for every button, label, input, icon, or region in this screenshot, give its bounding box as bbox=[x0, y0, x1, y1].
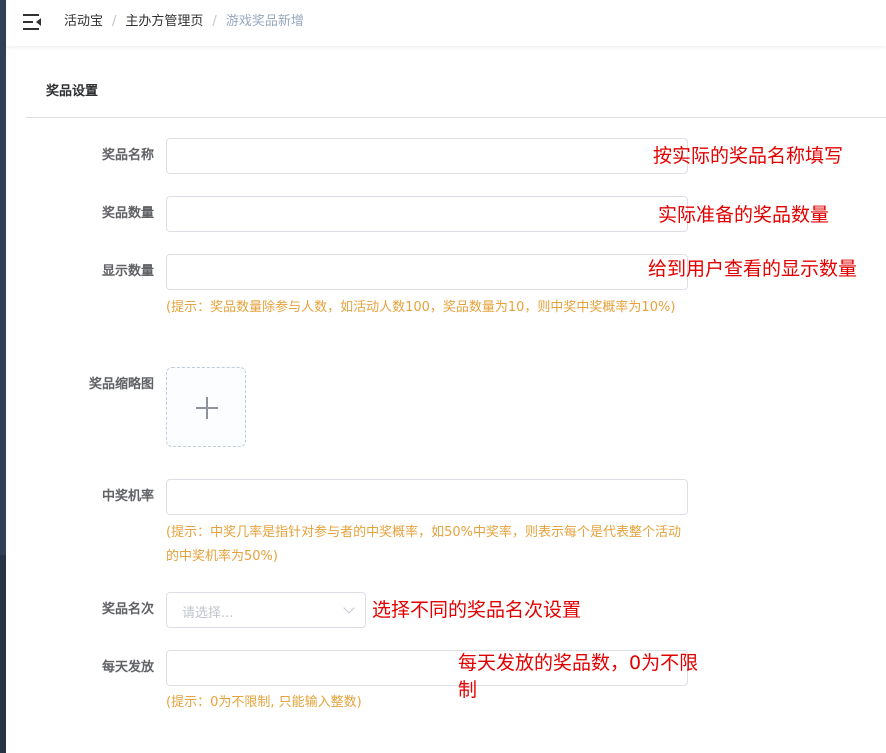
thumbnail-label: 奖品缩略图 bbox=[88, 377, 154, 392]
chevron-down-icon bbox=[343, 602, 355, 614]
annotation-display-count: 给到用户查看的显示数量 bbox=[648, 258, 858, 280]
card-header: 奖品设置 bbox=[26, 60, 886, 118]
prize-rank-select[interactable]: 请选择... bbox=[166, 592, 366, 628]
prize-count-input[interactable] bbox=[166, 196, 688, 232]
annotation-prize-rank: 选择不同的奖品名次设置 bbox=[372, 599, 582, 621]
breadcrumb-separator: / bbox=[112, 14, 117, 29]
thumbnail-upload[interactable] bbox=[166, 367, 246, 447]
prize-rank-placeholder: 请选择... bbox=[182, 606, 234, 621]
breadcrumb-separator: / bbox=[212, 14, 217, 29]
annotation-daily-release: 每天发放的奖品数，0为不限制 bbox=[458, 652, 699, 701]
prize-count-label: 奖品数量 bbox=[101, 206, 154, 221]
daily-release-label: 每天发放 bbox=[101, 660, 154, 675]
annotation-prize-name: 按实际的奖品名称填写 bbox=[653, 145, 844, 167]
display-count-label: 显示数量 bbox=[101, 264, 154, 279]
breadcrumb-item-current: 游戏奖品新增 bbox=[225, 14, 304, 29]
sidebar-edge-highlight bbox=[0, 555, 6, 753]
display-count-hint: (提示：奖品数量除参与人数，如活动人数100，奖品数量为10，则中奖中奖概率为1… bbox=[166, 300, 676, 315]
breadcrumb-item-home[interactable]: 活动宝 bbox=[64, 14, 103, 29]
win-rate-label: 中奖机率 bbox=[101, 489, 154, 504]
prize-name-label: 奖品名称 bbox=[101, 148, 154, 163]
prize-name-input[interactable] bbox=[166, 138, 688, 174]
navbar: 活动宝 / 主办方管理页 / 游戏奖品新增 bbox=[6, 0, 886, 46]
prize-rank-label: 奖品名次 bbox=[101, 602, 154, 617]
sidebar-edge bbox=[0, 0, 6, 753]
win-rate-input[interactable] bbox=[166, 479, 688, 515]
card-title: 奖品设置 bbox=[46, 84, 99, 99]
win-rate-hint: (提示：中奖几率是指针对参与者的中奖概率，如50%中奖率，则表示每个是代表整个活… bbox=[166, 525, 681, 564]
annotation-prize-count: 实际准备的奖品数量 bbox=[658, 204, 830, 226]
breadcrumb: 活动宝 / 主办方管理页 / 游戏奖品新增 bbox=[64, 14, 304, 30]
display-count-input[interactable] bbox=[166, 254, 688, 290]
hamburger-menu-icon[interactable] bbox=[23, 14, 41, 30]
breadcrumb-item-organizer[interactable]: 主办方管理页 bbox=[125, 14, 203, 29]
